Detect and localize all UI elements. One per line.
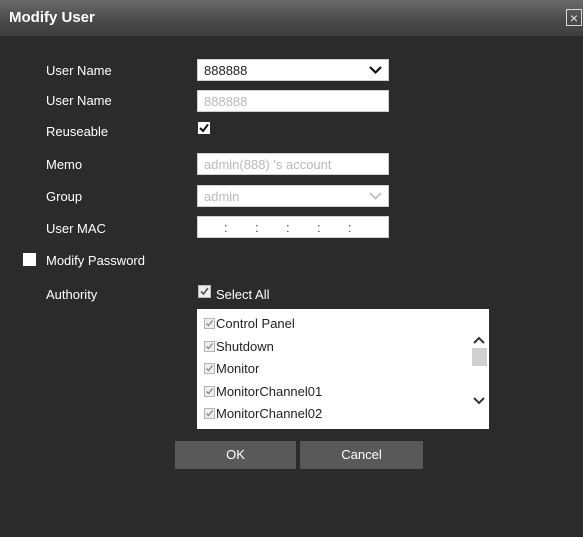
authority-list[interactable]: Control Panel Shutdown Monitor MonitorCh… [197, 309, 489, 429]
dialog-title: Modify User [9, 9, 95, 26]
reuseable-label: Reuseable [46, 124, 109, 139]
memo-label: Memo [46, 157, 83, 172]
list-item[interactable]: Monitor [204, 361, 259, 376]
memo-value: admin(888) 's account [204, 157, 332, 172]
chevron-down-icon [369, 66, 382, 75]
ok-button[interactable]: OK [175, 441, 296, 469]
scroll-up-icon[interactable] [472, 335, 486, 345]
checkmark-icon [206, 410, 214, 417]
group-select[interactable]: admin [197, 185, 389, 207]
modify-password-label: Modify Password [46, 253, 145, 268]
checkmark-icon [206, 343, 214, 350]
user-mac-label: User MAC [46, 221, 106, 236]
cancel-button[interactable]: Cancel [300, 441, 423, 469]
list-scrollbar[interactable] [469, 309, 489, 429]
authority-label: Authority [46, 287, 98, 302]
list-item-label: Shutdown [216, 339, 274, 354]
checkmark-icon [206, 365, 214, 372]
user-name-input-value: 888888 [204, 94, 248, 109]
reuseable-checkbox[interactable] [198, 122, 210, 134]
mac-separator: : [317, 220, 321, 235]
group-value: admin [204, 189, 240, 204]
user-name-select[interactable]: 888888 [197, 59, 389, 81]
chevron-down-icon [369, 192, 382, 200]
user-name-select-label: User Name [46, 63, 112, 78]
select-all-label: Select All [216, 287, 270, 302]
list-item[interactable]: MonitorChannel01 [204, 384, 322, 399]
mac-separator: : [348, 220, 352, 235]
close-button[interactable]: × [566, 9, 582, 26]
list-item-label: MonitorChannel01 [216, 384, 323, 399]
checkmark-icon [206, 388, 214, 395]
list-item[interactable]: MonitorChannel02 [204, 406, 322, 421]
modify-password-checkbox[interactable] [23, 253, 36, 266]
list-item-label: Monitor [216, 361, 260, 376]
checkbox[interactable] [204, 386, 215, 397]
title-bar[interactable]: Modify User × [0, 0, 583, 36]
mac-separator: : [224, 220, 228, 235]
modify-user-dialog: Modify User × User Name 888888 User Name… [0, 0, 583, 537]
checkmark-icon [199, 123, 209, 133]
user-mac-input[interactable]: : : : : : [197, 216, 389, 238]
checkmark-icon [206, 320, 214, 327]
list-item-label: MonitorChannel02 [216, 406, 323, 421]
user-name-select-value: 888888 [204, 63, 248, 78]
list-item-label: Control Panel [216, 316, 295, 331]
scrollbar-thumb[interactable] [472, 348, 487, 366]
mac-separator: : [255, 220, 259, 235]
user-name-input[interactable]: 888888 [197, 90, 389, 112]
checkbox[interactable] [204, 318, 215, 329]
checkbox[interactable] [204, 363, 215, 374]
select-all-checkbox[interactable] [198, 285, 211, 298]
checkbox[interactable] [204, 408, 215, 419]
memo-input[interactable]: admin(888) 's account [197, 153, 389, 175]
scroll-down-icon[interactable] [472, 396, 486, 406]
mac-separator: : [286, 220, 290, 235]
group-label: Group [46, 189, 83, 204]
checkbox[interactable] [204, 341, 215, 352]
user-name-label: User Name [46, 93, 112, 108]
checkmark-icon [200, 287, 209, 296]
list-item[interactable]: Shutdown [204, 339, 274, 354]
list-item[interactable]: Control Panel [204, 316, 295, 331]
close-icon: × [569, 10, 579, 26]
